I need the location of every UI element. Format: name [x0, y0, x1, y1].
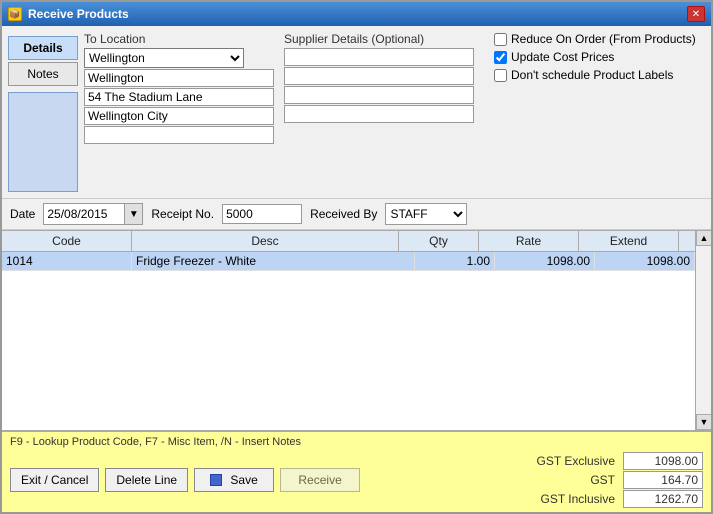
table-header: Code Desc Qty Rate Extend [2, 230, 695, 252]
location-fields: Wellington [84, 48, 274, 144]
table-section: Code Desc Qty Rate Extend 1014 Fridge Fr… [2, 230, 711, 430]
gst-label: GST [515, 473, 615, 487]
save-button[interactable]: Save [194, 468, 274, 492]
close-button[interactable]: ✕ [687, 6, 705, 22]
checkboxes-section: Reduce On Order (From Products) Update C… [494, 32, 696, 144]
window-title: Receive Products [28, 7, 129, 21]
top-section: Details Notes To Location Wellington [2, 26, 711, 199]
table-scrollbar: ▲ ▼ [695, 230, 711, 430]
col-code: Code [2, 231, 132, 251]
address-line4[interactable] [84, 126, 274, 144]
checkbox-update-cost-prices: Update Cost Prices [494, 50, 696, 64]
received-label: Received By [310, 207, 377, 221]
gst-inclusive-label: GST Inclusive [515, 492, 615, 506]
supplier-input-4[interactable] [284, 105, 474, 123]
notes-panel [8, 92, 78, 192]
gst-inclusive-row: GST Inclusive 1262.70 [515, 490, 703, 508]
address-line2[interactable] [84, 88, 274, 106]
location-dropdown: Wellington [84, 48, 274, 68]
titlebar-left: 📦 Receive Products [8, 7, 129, 21]
update-cost-prices-label: Update Cost Prices [511, 50, 614, 64]
location-group: To Location Wellington [84, 32, 274, 144]
gst-exclusive-label: GST Exclusive [515, 454, 615, 468]
tab-notes[interactable]: Notes [8, 62, 78, 86]
gst-inclusive-value: 1262.70 [623, 490, 703, 508]
dont-schedule-label: Don't schedule Product Labels [511, 68, 673, 82]
reduce-on-order-label: Reduce On Order (From Products) [511, 32, 696, 46]
table-body[interactable]: 1014 Fridge Freezer - White 1.00 1098.00… [2, 252, 695, 430]
date-input-group: ▼ [43, 203, 143, 225]
supplier-group: Supplier Details (Optional) [284, 32, 474, 144]
col-rate: Rate [479, 231, 579, 251]
gst-value: 164.70 [623, 471, 703, 489]
update-cost-prices-checkbox[interactable] [494, 51, 507, 64]
scroll-down-arrow[interactable]: ▼ [696, 414, 711, 430]
main-content: Details Notes To Location Wellington [2, 26, 711, 512]
shortcut-text: F9 - Lookup Product Code, F7 - Misc Item… [10, 436, 703, 448]
receive-button[interactable]: Receive [280, 468, 360, 492]
date-bar: Date ▼ Receipt No. Received By STAFF [2, 199, 711, 230]
delete-line-button[interactable]: Delete Line [105, 468, 188, 492]
cell-qty: 1.00 [415, 252, 495, 270]
exit-cancel-button[interactable]: Exit / Cancel [10, 468, 99, 492]
location-select[interactable]: Wellington [84, 48, 244, 68]
bottom-bar: F9 - Lookup Product Code, F7 - Misc Item… [2, 430, 711, 512]
supplier-inputs [284, 48, 474, 123]
main-window: 📦 Receive Products ✕ Details Notes To Lo… [0, 0, 713, 514]
tab-details[interactable]: Details [8, 36, 78, 60]
col-desc: Desc [132, 231, 399, 251]
date-field[interactable] [44, 204, 124, 224]
gst-row: GST 164.70 [515, 471, 703, 489]
titlebar: 📦 Receive Products ✕ [2, 2, 711, 26]
supplier-input-3[interactable] [284, 86, 474, 104]
supplier-label: Supplier Details (Optional) [284, 32, 474, 46]
gst-exclusive-row: GST Exclusive 1098.00 [515, 452, 703, 470]
table-row[interactable]: 1014 Fridge Freezer - White 1.00 1098.00… [2, 252, 695, 271]
dont-schedule-checkbox[interactable] [494, 69, 507, 82]
totals-section: GST Exclusive 1098.00 GST 164.70 GST Inc… [515, 452, 703, 508]
date-label: Date [10, 207, 35, 221]
location-label: To Location [84, 32, 274, 46]
scroll-track[interactable] [696, 246, 711, 414]
col-extend: Extend [579, 231, 679, 251]
address-line3[interactable] [84, 107, 274, 125]
address-line1[interactable] [84, 69, 274, 87]
received-select[interactable]: STAFF [386, 204, 466, 224]
supplier-input-1[interactable] [284, 48, 474, 66]
checkbox-reduce-on-order: Reduce On Order (From Products) [494, 32, 696, 46]
location-section: To Location Wellington [84, 32, 705, 144]
cell-desc: Fridge Freezer - White [132, 252, 415, 270]
date-dropdown-arrow[interactable]: ▼ [124, 204, 142, 224]
cell-code: 1014 [2, 252, 132, 270]
reduce-on-order-checkbox[interactable] [494, 33, 507, 46]
gst-exclusive-value: 1098.00 [623, 452, 703, 470]
received-select-group: STAFF [385, 203, 467, 225]
cell-rate: 1098.00 [495, 252, 595, 270]
checkbox-dont-schedule: Don't schedule Product Labels [494, 68, 696, 82]
receipt-label: Receipt No. [151, 207, 214, 221]
left-tabs: Details Notes [8, 32, 78, 192]
scroll-up-arrow[interactable]: ▲ [696, 230, 711, 246]
right-content: To Location Wellington [84, 32, 705, 192]
col-qty: Qty [399, 231, 479, 251]
receipt-input[interactable] [222, 204, 302, 224]
window-icon: 📦 [8, 7, 22, 21]
supplier-input-2[interactable] [284, 67, 474, 85]
cell-extend: 1098.00 [595, 252, 695, 270]
bottom-controls: Exit / Cancel Delete Line Save Receive G… [10, 452, 703, 508]
save-icon [210, 474, 222, 486]
